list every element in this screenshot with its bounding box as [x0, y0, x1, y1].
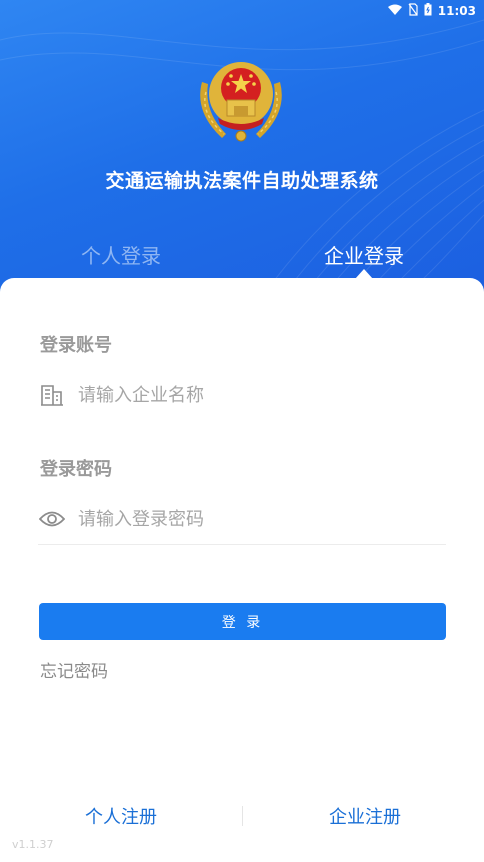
password-input[interactable] [78, 508, 428, 530]
no-sim-icon [408, 3, 418, 16]
register-personal-link[interactable]: 个人注册 [41, 803, 201, 829]
register-enterprise-link[interactable]: 企业注册 [285, 803, 445, 829]
forgot-password-link[interactable]: 忘记密码 [40, 657, 108, 682]
tab-personal-login[interactable]: 个人登录 [41, 240, 201, 269]
login-button[interactable]: 登 录 [39, 603, 446, 640]
police-emblem [200, 62, 282, 142]
status-bar: 11:03 [0, 0, 484, 22]
tab-enterprise-login[interactable]: 企业登录 [284, 240, 444, 269]
building-icon [38, 381, 66, 409]
login-header: 11:03 交通运输执法案件自助处理系统 个人登录 企业登录 [0, 0, 484, 300]
account-input[interactable] [78, 384, 428, 406]
version-label: v1.1.37 [12, 838, 54, 851]
password-divider [38, 544, 446, 545]
wifi-icon [388, 4, 402, 15]
account-label: 登录账号 [40, 335, 112, 356]
footer-divider [242, 806, 243, 826]
eye-icon[interactable] [38, 505, 66, 533]
password-label: 登录密码 [40, 459, 112, 480]
app-title: 交通运输执法案件自助处理系统 [105, 170, 379, 192]
password-field-row [38, 497, 446, 541]
status-time: 11:03 [437, 4, 476, 18]
account-field-row [38, 373, 446, 417]
login-card [0, 278, 484, 862]
battery-icon [424, 3, 432, 16]
